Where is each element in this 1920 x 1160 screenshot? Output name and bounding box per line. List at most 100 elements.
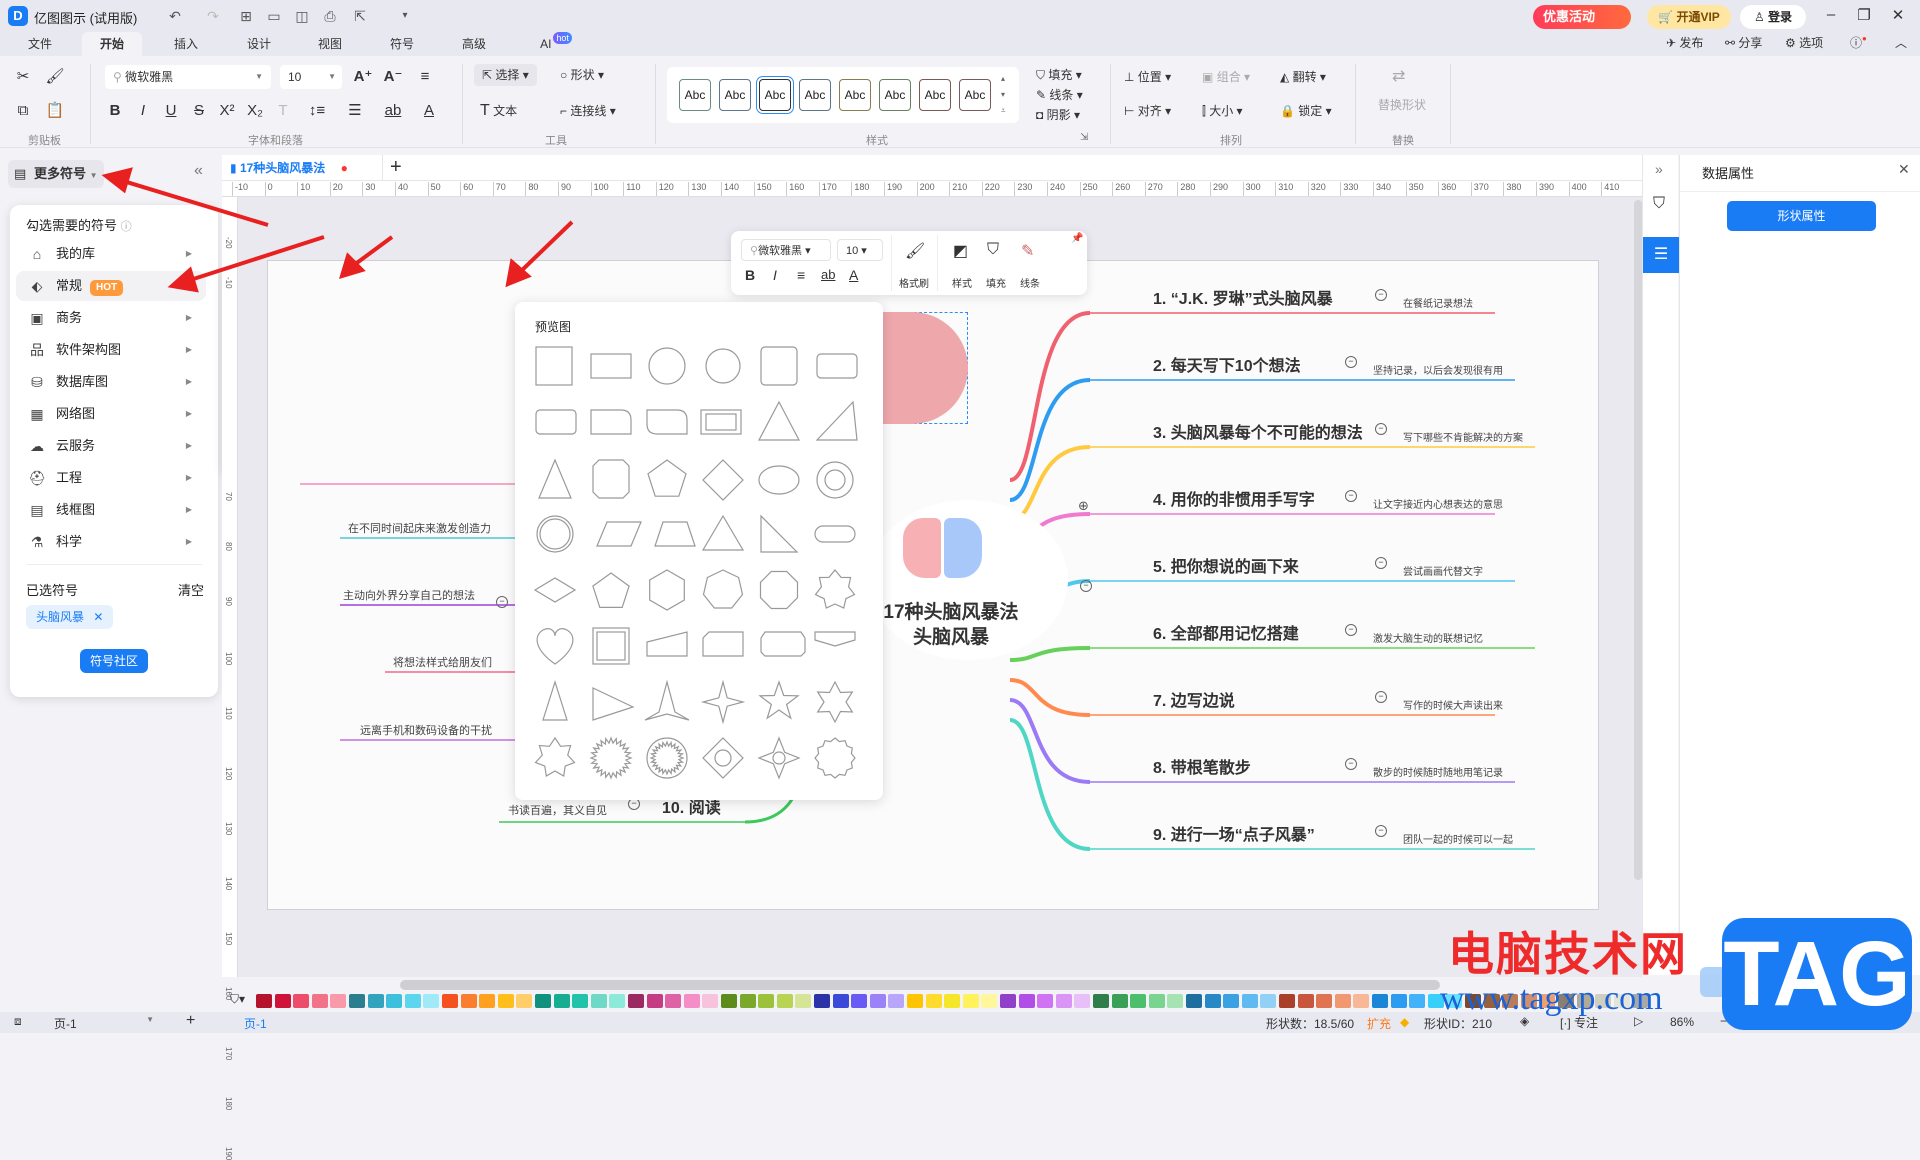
color-swatch[interactable] xyxy=(981,994,998,1008)
tab-ai[interactable]: AI hot xyxy=(530,32,582,56)
remove-chip-icon[interactable]: ✕ xyxy=(93,610,103,624)
double-square-shape[interactable] xyxy=(592,627,630,665)
float-line-icon[interactable]: ✎ xyxy=(1021,241,1034,261)
style-swatch[interactable]: Abc xyxy=(839,79,871,111)
expand-link[interactable]: 扩充 xyxy=(1367,1015,1391,1032)
close-panel-icon[interactable]: ✕ xyxy=(1898,161,1910,178)
color-swatch[interactable] xyxy=(758,994,775,1008)
color-swatch[interactable] xyxy=(814,994,830,1008)
color-swatch[interactable] xyxy=(1390,994,1407,1008)
color-swatch[interactable] xyxy=(479,994,496,1008)
color-swatch[interactable] xyxy=(293,994,310,1008)
superscript-icon[interactable]: X² xyxy=(216,100,238,122)
frame-inner[interactable] xyxy=(705,413,737,431)
color-swatch[interactable] xyxy=(460,994,477,1008)
trapezoid-shape[interactable] xyxy=(654,521,696,547)
diamond-circle-shape[interactable] xyxy=(702,737,744,779)
tab-advanced[interactable]: 高级 xyxy=(448,32,500,56)
color-swatch[interactable] xyxy=(1279,994,1295,1008)
star-7-shape[interactable] xyxy=(814,569,856,609)
shadow-button[interactable]: ◘ 阴影 ▾ xyxy=(1036,104,1080,126)
line-button[interactable]: ✎ 线条 ▾ xyxy=(1036,84,1083,106)
color-swatch[interactable] xyxy=(628,994,644,1008)
triangle-shape[interactable] xyxy=(758,400,800,441)
redo-icon[interactable]: ↷ xyxy=(203,6,223,26)
color-swatch[interactable] xyxy=(1186,994,1202,1008)
color-swatch[interactable] xyxy=(1334,994,1351,1008)
collapse-icon[interactable]: − xyxy=(1080,580,1092,592)
color-swatch[interactable] xyxy=(832,994,849,1008)
color-swatch[interactable] xyxy=(795,994,812,1008)
heptagon-shape[interactable] xyxy=(702,569,744,609)
category-item[interactable]: 品软件架构图 ▶ xyxy=(16,335,206,365)
horizontal-scrollbar[interactable] xyxy=(400,980,1440,990)
lock-button[interactable]: 🔒 锁定 ▾ xyxy=(1280,100,1332,122)
restore-button[interactable]: ❐ xyxy=(1849,6,1879,26)
tab-design[interactable]: 设计 xyxy=(233,32,285,56)
collapse-left-icon[interactable]: − xyxy=(496,596,508,608)
color-swatch[interactable] xyxy=(1130,994,1147,1008)
style-swatch[interactable]: Abc xyxy=(959,79,991,111)
add-page-button[interactable]: + xyxy=(186,1012,195,1030)
color-swatch[interactable] xyxy=(404,994,421,1008)
branch-title[interactable]: 3. 头脑风暴每个不可能的想法 xyxy=(1153,419,1363,443)
subscript-icon[interactable]: X₂ xyxy=(244,100,266,122)
collapse-icon[interactable]: − xyxy=(1375,423,1387,435)
float-fill-icon[interactable]: ⛉ xyxy=(987,241,999,259)
color-swatch[interactable] xyxy=(702,994,719,1008)
color-swatch[interactable] xyxy=(386,994,403,1008)
color-swatch[interactable] xyxy=(646,994,663,1008)
select-button[interactable]: ⇱ 选择 ▾ xyxy=(474,64,537,86)
capsule-shape[interactable] xyxy=(814,525,856,543)
hexagon-shape[interactable] xyxy=(649,569,685,611)
category-item[interactable]: ▤ 线框图 ▶ xyxy=(16,495,206,525)
color-swatch[interactable] xyxy=(907,994,923,1008)
color-swatch[interactable] xyxy=(256,994,272,1008)
page-tab[interactable]: 页-1 xyxy=(244,1015,267,1032)
branch-title[interactable]: 7. 边写边说 xyxy=(1153,687,1235,711)
color-swatch[interactable] xyxy=(516,994,533,1008)
page-select[interactable]: 页-1 ▼ xyxy=(54,1015,154,1032)
color-swatch[interactable] xyxy=(1148,994,1165,1008)
color-swatch[interactable] xyxy=(349,994,365,1008)
replace-shape-button[interactable]: 替换形状 xyxy=(1378,96,1426,113)
rectangle-shape[interactable] xyxy=(590,353,632,379)
float-bold-icon[interactable]: B xyxy=(745,267,755,283)
float-style-icon[interactable]: ◩ xyxy=(953,241,968,261)
circle-shape[interactable] xyxy=(648,347,686,385)
add-tab-button[interactable]: + xyxy=(390,156,402,179)
color-swatch[interactable] xyxy=(925,994,942,1008)
tab-home[interactable]: 开始 xyxy=(82,32,142,56)
rounded-rect-2-shape[interactable] xyxy=(535,409,577,435)
double-circle-shape[interactable] xyxy=(536,515,574,553)
style-swatch-selected[interactable]: Abc xyxy=(759,79,791,111)
color-swatch[interactable] xyxy=(739,994,756,1008)
branch-title[interactable]: 1. “J.K. 罗琳”式头脑风暴 xyxy=(1153,285,1333,309)
category-item[interactable]: ⬖ 常规 HOT ▶ xyxy=(16,271,206,301)
donut-shape[interactable] xyxy=(816,461,854,499)
shape-button[interactable]: ○ 形状 ▾ xyxy=(560,64,604,86)
rounded-square-shape[interactable] xyxy=(760,346,798,386)
color-swatch[interactable] xyxy=(1093,994,1109,1008)
float-size-select[interactable]: 10 ▾ xyxy=(837,239,883,261)
symbol-community-button[interactable]: 符号社区 xyxy=(80,649,148,673)
color-swatch[interactable] xyxy=(1260,994,1277,1008)
collapse-ribbon-button[interactable]: ︿ xyxy=(1895,34,1907,51)
tab-insert[interactable]: 插入 xyxy=(160,32,212,56)
style-swatch[interactable]: Abc xyxy=(879,79,911,111)
minimize-button[interactable]: – xyxy=(1816,6,1846,26)
manual-input-shape[interactable] xyxy=(646,631,688,657)
square-shape[interactable] xyxy=(535,346,573,386)
branch-title[interactable]: 9. 进行一场“点子风暴” xyxy=(1153,821,1315,845)
help-button[interactable]: ⓘ● xyxy=(1850,34,1867,51)
color-swatch[interactable] xyxy=(1353,994,1370,1008)
donut-inner[interactable] xyxy=(824,469,846,491)
category-item[interactable]: ☁ 云服务 ▶ xyxy=(16,431,206,461)
color-swatch[interactable] xyxy=(1372,994,1388,1008)
category-item[interactable]: ⛑ 工程 ▶ xyxy=(16,463,206,493)
heart-shape[interactable] xyxy=(536,628,574,665)
star-5-shape[interactable] xyxy=(758,680,800,720)
ellipse-shape[interactable] xyxy=(758,465,800,495)
zoom-level[interactable]: 86% xyxy=(1670,1015,1694,1029)
color-swatch[interactable] xyxy=(367,994,384,1008)
